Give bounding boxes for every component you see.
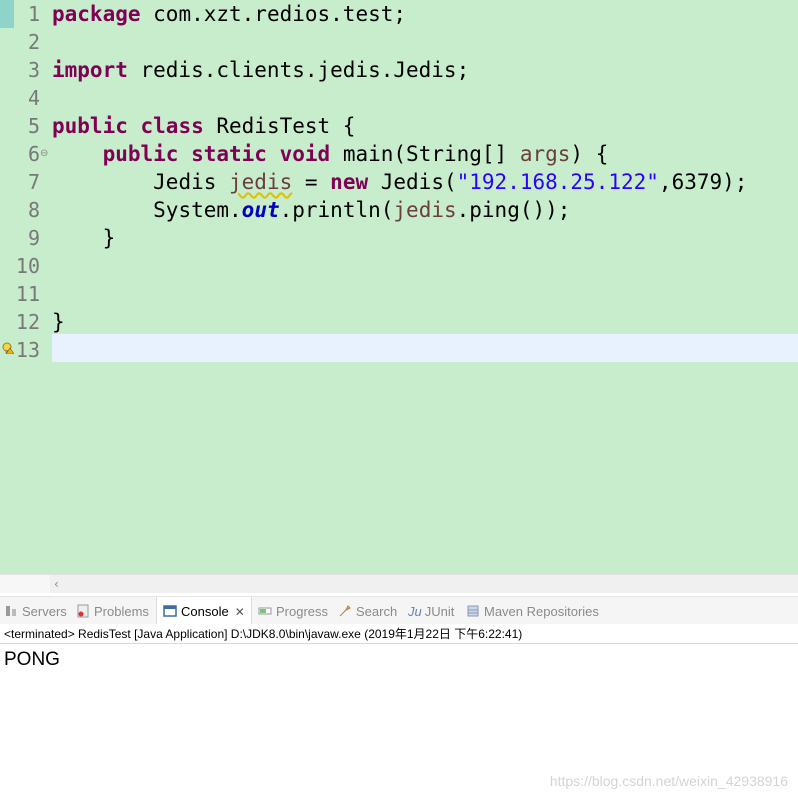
tab-problems[interactable]: Problems <box>76 597 149 625</box>
tab-progress[interactable]: Progress <box>258 597 328 625</box>
watermark: https://blog.csdn.net/weixin_42938916 <box>549 773 788 789</box>
code-text: import redis.clients.jedis.Jedis; <box>52 58 470 82</box>
progress-icon <box>258 607 272 615</box>
line-number: 9 <box>27 226 40 250</box>
code-line-3[interactable]: 3 import redis.clients.jedis.Jedis; <box>0 56 798 84</box>
servers-icon <box>6 606 16 616</box>
tab-label: Problems <box>94 604 149 619</box>
view-tab-bar: Servers Problems Console ✕ Progress Searc… <box>0 596 798 625</box>
code-line-11[interactable]: 11 <box>0 280 798 308</box>
code-line-10[interactable]: 10 <box>0 252 798 280</box>
line-number: 6 <box>27 142 40 166</box>
code-line-9[interactable]: 9 } <box>0 224 798 252</box>
code-line-12[interactable]: 12 } <box>0 308 798 336</box>
scrollbar-gutter <box>0 575 50 593</box>
fold-toggle-icon[interactable]: ⊖ <box>40 140 50 168</box>
line-number: 2 <box>27 30 40 54</box>
tab-label: Maven Repositories <box>484 604 599 619</box>
junit-icon: Ju <box>408 604 422 619</box>
code-line-5[interactable]: 5 public class RedisTest { <box>0 112 798 140</box>
line-number: 13 <box>15 338 40 362</box>
code-line-13[interactable]: 13 <box>0 336 798 364</box>
console-status-line: <terminated> RedisTest [Java Application… <box>0 624 798 644</box>
code-line-1[interactable]: 1 package com.xzt.redios.test; <box>0 0 798 28</box>
tab-console[interactable]: Console ✕ <box>156 597 252 625</box>
code-line-6[interactable]: 6 ⊖ public static void main(String[] arg… <box>0 140 798 168</box>
line-number: 10 <box>15 254 40 278</box>
tab-junit[interactable]: Ju JUnit <box>408 597 454 625</box>
code-text: public static void main(String[] args) { <box>102 142 609 166</box>
tab-servers[interactable]: Servers <box>4 597 67 625</box>
tab-label: Console <box>181 604 229 619</box>
line-number: 1 <box>27 2 40 26</box>
line-number: 12 <box>15 310 40 334</box>
tab-search[interactable]: Search <box>338 597 397 625</box>
tab-label: JUnit <box>424 604 455 619</box>
code-line-2[interactable]: 2 <box>0 28 798 56</box>
tab-label: Servers <box>22 604 67 619</box>
code-text: } <box>52 310 65 334</box>
code-text: System.out.println(jedis.ping()); <box>153 198 571 222</box>
code-text: } <box>52 226 116 250</box>
code-line-7[interactable]: 7 Jedis jedis = new Jedis("192.168.25.12… <box>0 168 798 354</box>
close-icon[interactable]: ✕ <box>235 605 245 619</box>
code-text: package com.xzt.redios.test; <box>52 2 407 26</box>
line-number: 8 <box>27 198 40 222</box>
code-line-4[interactable]: 4 <box>0 84 798 112</box>
line-number: 3 <box>27 58 40 82</box>
problems-icon <box>77 604 89 618</box>
line-number: 7 <box>27 170 40 194</box>
line-number: 11 <box>15 282 40 306</box>
tab-maven-repositories[interactable]: Maven Repositories <box>466 597 599 625</box>
code-line-8[interactable]: 8 System.out.println(jedis.ping()); <box>0 196 798 224</box>
scroll-left-icon[interactable]: ‹ <box>54 575 59 593</box>
tab-label: Search <box>356 604 398 619</box>
line-number: 4 <box>27 86 40 110</box>
horizontal-scrollbar[interactable]: ‹ <box>0 574 798 593</box>
console-output[interactable]: PONG <box>4 648 60 672</box>
code-editor[interactable]: 1 package com.xzt.redios.test; 2 3 impor… <box>0 0 798 574</box>
console-icon <box>163 605 177 617</box>
search-icon <box>339 605 351 617</box>
maven-icon <box>467 605 479 617</box>
tab-label: Progress <box>276 604 329 619</box>
code-text: Jedis jedis = new Jedis("192.168.25.122"… <box>153 170 748 194</box>
line-number: 5 <box>27 114 40 138</box>
code-text: public class RedisTest { <box>52 114 356 138</box>
